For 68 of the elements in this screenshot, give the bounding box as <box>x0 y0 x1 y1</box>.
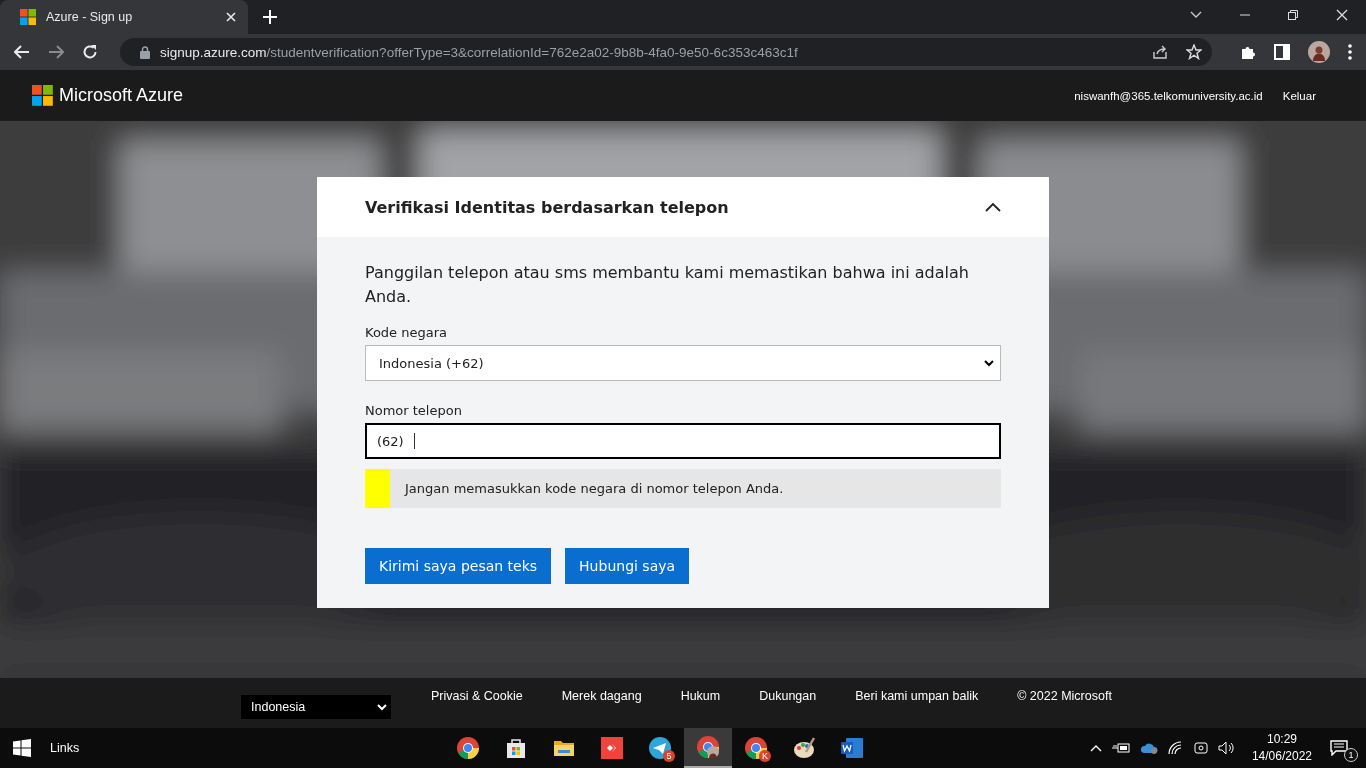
footer-link[interactable]: Hukum <box>680 689 721 703</box>
microsoft-logo-icon <box>32 85 53 106</box>
cloud-icon[interactable] <box>1139 742 1158 754</box>
primary-button[interactable]: Hubungi saya <box>565 548 690 584</box>
field-label: Kode negara <box>365 325 448 340</box>
word-icon <box>840 736 864 760</box>
clock-date[interactable]: 14/06/2022 <box>1251 748 1312 765</box>
country-select[interactable]: Indonesia (+62) <box>365 345 1001 381</box>
count-badge: 5 <box>663 750 675 762</box>
remote-desktop-icon <box>600 736 624 760</box>
url-text: signup.azure.com/studentverification?offerType=3&correlationId=762e2a02-9b8b-4fa0-9e50-6c353c463c1f <box>160 44 799 60</box>
count-badge: 1 <box>1344 748 1358 762</box>
address-bar[interactable]: signup.azure.com/studentverification?offerType=3&correlationId=762e2a02-9b8b-4fa0-9e50-6c353c463c1f <box>120 38 1212 66</box>
count-badge: K <box>759 750 771 762</box>
reload-icon[interactable] <box>82 44 98 60</box>
brand-name[interactable]: Microsoft Azure <box>59 85 184 106</box>
chrome-icon <box>456 736 480 760</box>
star-icon[interactable] <box>1186 44 1202 60</box>
side-panel-icon[interactable] <box>1274 44 1290 60</box>
taskbar-app[interactable]: 5 <box>636 728 684 768</box>
toolbar-label[interactable]: Links <box>50 741 80 755</box>
wifi-icon[interactable] <box>1167 741 1184 755</box>
footer-link[interactable]: Merek dagang <box>561 689 642 703</box>
windows-start-icon[interactable] <box>13 739 31 757</box>
browser-tab[interactable]: Azure - Sign up <box>0 0 248 34</box>
notification-button[interactable]: 1 <box>1330 734 1356 762</box>
more-icon[interactable] <box>1348 44 1352 60</box>
camera-mic-icon[interactable] <box>1193 740 1208 756</box>
message-icon <box>1330 740 1348 756</box>
hint-text: Jangan memasukkan kode negara di nomor telepon Anda. <box>405 481 784 496</box>
avatar-icon[interactable] <box>1308 41 1330 63</box>
microsoft-logo-icon <box>20 9 36 25</box>
restore-icon[interactable] <box>1288 10 1298 20</box>
store-bag-icon <box>504 736 528 760</box>
chrome-icon <box>696 735 720 759</box>
chevron-down-icon[interactable] <box>1190 11 1202 19</box>
chevron-down-icon <box>984 359 994 367</box>
paint-palette-icon <box>792 736 816 760</box>
speaker-icon[interactable] <box>1217 741 1236 755</box>
chrome-icon <box>744 736 768 760</box>
copyright-text: © 2022 Microsoft <box>1017 689 1112 703</box>
intro-text: Panggilan telepon atau sms membantu kami memastikan bahwa ini adalah Anda. <box>365 262 970 308</box>
lock-icon <box>140 45 150 59</box>
account-email: niswanfh@365.telkomuniversity.ac.id <box>1074 89 1263 102</box>
puzzle-icon[interactable] <box>1240 44 1256 60</box>
battery-plug-icon[interactable] <box>1111 742 1130 754</box>
footer-link[interactable]: Dukungan <box>759 689 817 703</box>
taskbar-app[interactable]: K <box>732 728 780 768</box>
footer-link[interactable]: Privasi & Cookie <box>431 689 523 703</box>
chevron-down-icon <box>377 703 387 711</box>
field-label: Nomor telepon <box>365 403 463 418</box>
close-icon[interactable] <box>1336 9 1348 21</box>
footer-link[interactable]: Beri kami umpan balik <box>855 689 979 703</box>
close-icon[interactable] <box>226 12 236 22</box>
sign-out-link[interactable]: Keluar <box>1282 89 1316 102</box>
forward-arrow-icon[interactable] <box>48 45 64 59</box>
back-arrow-icon[interactable] <box>14 45 30 59</box>
phone-input[interactable]: (62) <box>365 423 1001 459</box>
text-cursor <box>413 433 415 449</box>
chevron-up-icon[interactable] <box>985 202 1001 212</box>
primary-button[interactable]: Kirimi saya pesan teks <box>365 548 552 584</box>
tab-title: Azure - Sign up <box>46 10 134 24</box>
share-icon[interactable] <box>1152 44 1168 60</box>
clock-time[interactable]: 10:29 <box>1266 731 1297 748</box>
card-title: Verifikasi Identitas berdasarkan telepon <box>365 197 729 217</box>
paper-plane-icon <box>648 736 672 760</box>
plus-icon[interactable] <box>263 10 277 24</box>
language-select[interactable]: Indonesia <box>241 695 391 719</box>
